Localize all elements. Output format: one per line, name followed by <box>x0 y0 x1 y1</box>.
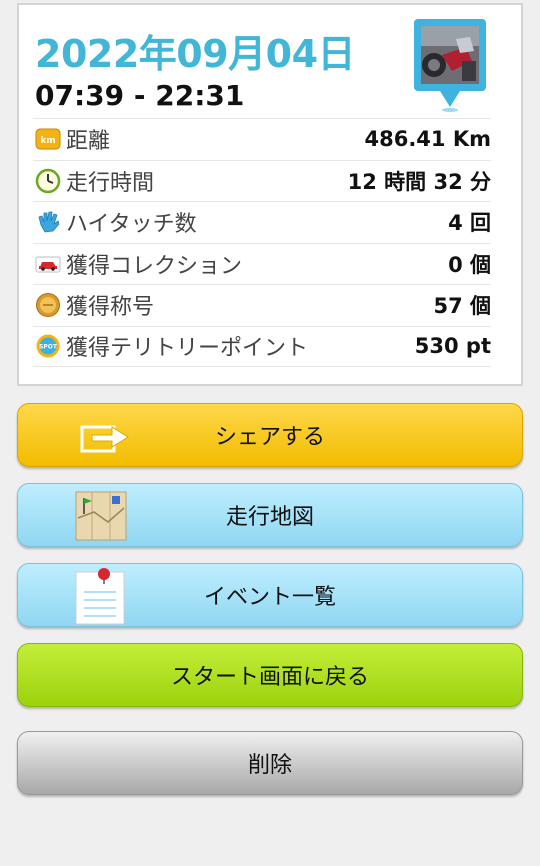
stat-label: ハイタッチ数 <box>66 212 197 238</box>
spot-icon: SPOT <box>36 334 60 358</box>
stat-value: 4 回 <box>448 211 491 236</box>
stat-value: 12 時間 32 分 <box>347 169 491 194</box>
delete-button[interactable]: 削除 <box>17 731 523 795</box>
clock-icon <box>35 168 61 193</box>
hand-icon <box>38 211 60 233</box>
svg-text:km: km <box>40 136 55 146</box>
stat-row-collection: 獲得コレクション 0 個 <box>33 242 491 285</box>
event-list-button-label: イベント一覧 <box>203 585 336 610</box>
memo-pin-icon <box>75 568 125 625</box>
km-badge-icon: km <box>35 128 61 150</box>
stat-row-titles: 獲得称号 57 個 <box>33 284 491 326</box>
stat-row-high-touch: ハイタッチ数 4 回 <box>33 201 491 243</box>
stat-value: 0 個 <box>448 252 491 277</box>
stat-label: 距離 <box>66 129 111 155</box>
back-to-start-button[interactable]: スタート画面に戻る <box>17 643 523 707</box>
stat-value: 530 pt <box>414 334 491 359</box>
stat-label: 獲得コレクション <box>66 253 243 279</box>
event-list-button[interactable]: イベント一覧 <box>17 563 523 627</box>
ride-time-range: 07:39 - 22:31 <box>35 79 245 112</box>
photo-pin-icon[interactable] <box>412 17 488 113</box>
map-icon <box>75 491 127 541</box>
stat-row-ride-time: 走行時間 12 時間 32 分 <box>33 159 491 202</box>
svg-text:SPOT: SPOT <box>39 344 58 351</box>
back-to-start-button-label: スタート画面に戻る <box>170 665 369 690</box>
share-button[interactable]: シェアする <box>17 403 523 467</box>
ride-map-button-label: 走行地図 <box>225 505 314 530</box>
ride-date: 2022年09月04日 <box>35 32 356 76</box>
stats-list: km 距離 486.41 Km 走行時間 12 時間 32 分 ハイタッチ数 4… <box>33 118 491 367</box>
ride-map-button[interactable]: 走行地図 <box>17 483 523 547</box>
share-arrow-icon <box>80 425 129 453</box>
share-button-label: シェアする <box>214 425 325 450</box>
delete-button-label: 削除 <box>247 753 292 778</box>
stat-label: 獲得称号 <box>66 295 155 321</box>
stat-label: 走行時間 <box>66 170 155 196</box>
car-icon <box>35 256 61 273</box>
ride-summary-card: 2022年09月04日 07:39 - 22:31 km 距離 486.41 K… <box>17 3 523 386</box>
stat-row-distance: km 距離 486.41 Km <box>33 118 491 160</box>
stat-value: 486.41 Km <box>364 127 491 152</box>
medal-icon <box>36 293 60 318</box>
stat-value: 57 個 <box>433 294 491 319</box>
stat-label: 獲得テリトリーポイント <box>66 336 309 362</box>
stat-row-territory-points: SPOT 獲得テリトリーポイント 530 pt <box>33 325 491 367</box>
